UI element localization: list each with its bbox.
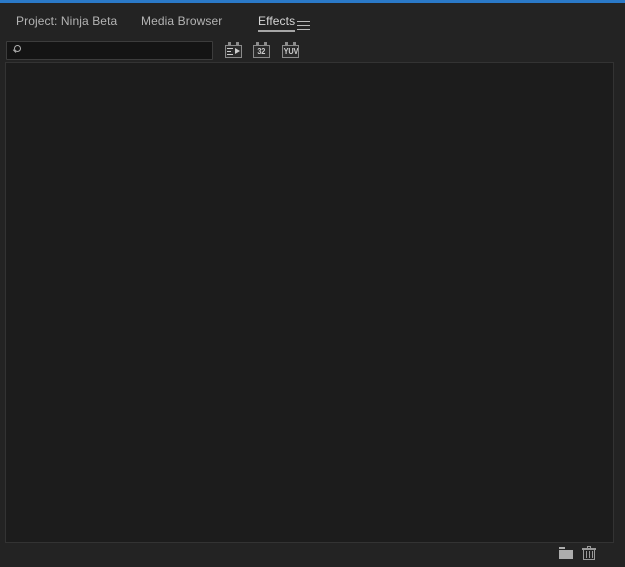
hamburger-line	[297, 21, 310, 22]
tab-media-browser[interactable]: Media Browser	[141, 3, 222, 38]
panel-tab-strip: Project: Ninja Beta Media Browser Effect…	[0, 3, 625, 38]
32-bit-color-icon[interactable]: 32	[253, 40, 270, 60]
hamburger-line	[297, 25, 310, 26]
effects-panel: Project: Ninja Beta Media Browser Effect…	[0, 0, 625, 567]
effects-toolbar: 32 YUV	[0, 40, 625, 62]
effects-list[interactable]	[5, 62, 614, 543]
effects-footer	[0, 543, 625, 567]
tab-project-label: Project: Ninja Beta	[16, 13, 118, 28]
hamburger-menu-icon[interactable]	[297, 21, 310, 31]
filter-32bit-label: 32	[257, 46, 266, 56]
search-icon	[12, 44, 24, 57]
tab-project[interactable]: Project: Ninja Beta	[16, 3, 117, 38]
active-tab-underline	[258, 30, 296, 32]
tab-media-browser-label: Media Browser	[141, 13, 223, 28]
search-input[interactable]	[24, 43, 212, 58]
yuv-color-icon[interactable]: YUV	[282, 40, 299, 60]
tab-effects[interactable]: Effects	[258, 3, 296, 38]
accelerated-effects-icon[interactable]	[225, 40, 242, 60]
hamburger-line	[297, 29, 310, 30]
search-field[interactable]	[6, 41, 213, 60]
new-folder-icon[interactable]	[558, 546, 576, 564]
tab-effects-label: Effects	[258, 13, 296, 28]
filter-yuv-label: YUV	[283, 46, 298, 56]
trash-icon[interactable]	[582, 546, 600, 564]
